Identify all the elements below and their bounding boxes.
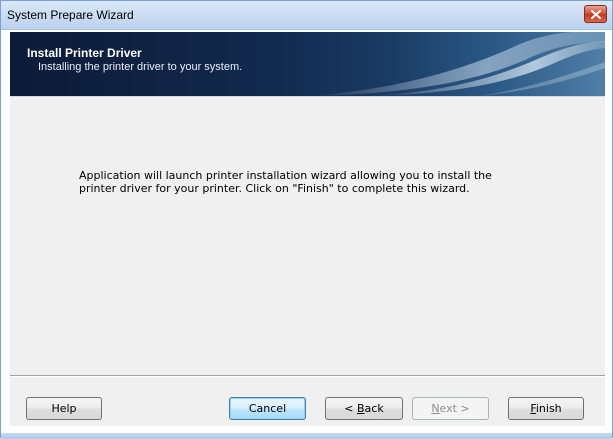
next-button-mnemonic: N [431,402,440,415]
back-button-prefix: < [344,402,357,415]
button-bar: Help Cancel < Back Next > Finish [10,375,605,426]
next-button-label-rest: ext > [439,402,470,415]
close-icon [591,10,601,19]
footer-divider [10,376,605,377]
window-title: System Prepare Wizard [7,8,134,22]
header-banner: Install Printer Driver Installing the pr… [10,32,605,96]
back-button-label-rest: ack [364,402,384,415]
banner-subtitle: Installing the printer driver to your sy… [38,61,243,73]
finish-button[interactable]: Finish [508,397,584,420]
instruction-message: Application will launch printer installa… [79,169,492,195]
back-button-mnemonic: B [357,402,365,415]
cancel-button-label: Cancel [248,402,287,415]
title-bar[interactable]: System Prepare Wizard [1,1,612,30]
finish-button-label-rest: inish [535,402,562,415]
banner-title: Install Printer Driver [27,46,142,60]
back-button[interactable]: < Back [325,397,403,420]
close-button[interactable] [584,5,607,23]
content-panel: Application will launch printer installa… [10,96,605,376]
cancel-button[interactable]: Cancel [229,397,306,420]
help-button[interactable]: Help [26,397,102,420]
wizard-window: System Prepare Wizard Install Printer Dr… [0,0,613,439]
help-button-label: Help [51,402,77,415]
next-button[interactable]: Next > [412,397,489,420]
window-bottom-border [1,433,612,439]
